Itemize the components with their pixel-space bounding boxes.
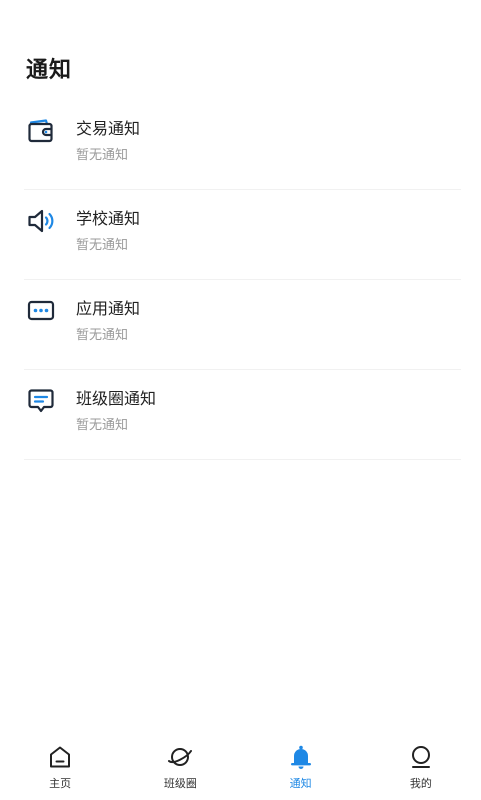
page-title: 通知 bbox=[26, 58, 73, 83]
tab-notifications[interactable]: 通知 bbox=[241, 738, 361, 800]
profile-icon bbox=[408, 744, 434, 770]
notice-subtitle: 暂无通知 bbox=[76, 148, 129, 163]
tab-home[interactable]: 主页 bbox=[0, 738, 120, 800]
notice-item-app[interactable]: 应用通知 暂无通知 bbox=[24, 280, 461, 370]
planet-icon bbox=[167, 744, 193, 770]
notice-item-transaction[interactable]: 交易通知 暂无通知 bbox=[24, 100, 461, 190]
bottom-tab-bar: 主页 班级圈 通知 我的 bbox=[0, 738, 481, 800]
notice-subtitle: 暂无通知 bbox=[76, 238, 129, 253]
notice-item-class-circle[interactable]: 班级圈通知 暂无通知 bbox=[24, 370, 461, 460]
app-dots-icon bbox=[26, 296, 56, 326]
tab-profile[interactable]: 我的 bbox=[361, 738, 481, 800]
notice-subtitle: 暂无通知 bbox=[76, 418, 129, 433]
wallet-icon bbox=[26, 116, 56, 146]
notice-list: 交易通知 暂无通知 学校通知 暂无通知 应用通知 暂无通知 班级圈通知 暂无通知 bbox=[24, 100, 461, 460]
notice-title: 班级圈通知 bbox=[76, 389, 157, 408]
notice-subtitle: 暂无通知 bbox=[76, 328, 129, 343]
notice-title: 应用通知 bbox=[76, 299, 141, 318]
tab-label: 我的 bbox=[409, 777, 432, 790]
tab-label: 主页 bbox=[49, 777, 72, 790]
notice-title: 交易通知 bbox=[76, 119, 141, 138]
speaker-icon bbox=[26, 206, 56, 236]
tab-label: 通知 bbox=[289, 777, 312, 790]
tab-class-circle[interactable]: 班级圈 bbox=[120, 738, 240, 800]
bell-icon bbox=[288, 744, 314, 770]
home-icon bbox=[47, 744, 73, 770]
tab-label: 班级圈 bbox=[163, 777, 197, 790]
message-icon bbox=[26, 386, 56, 416]
notice-title: 学校通知 bbox=[76, 209, 141, 228]
notice-item-school[interactable]: 学校通知 暂无通知 bbox=[24, 190, 461, 280]
